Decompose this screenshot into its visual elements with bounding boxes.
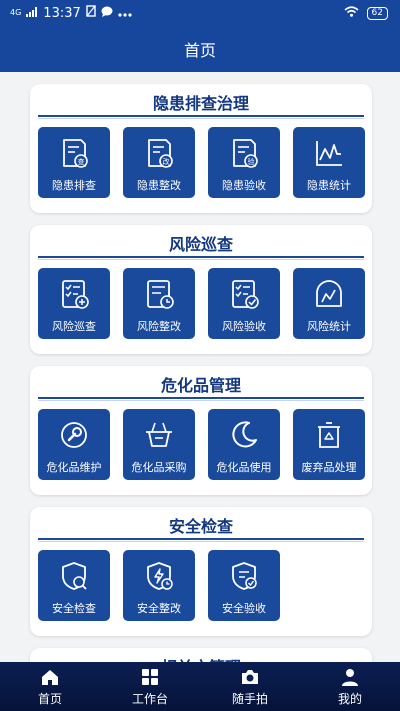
tab-home[interactable]: 首页 [10,667,90,707]
doc-edit-icon: 改 [148,139,173,168]
tile-label: 安全整改 [137,602,181,615]
svg-text:改: 改 [163,157,170,166]
tile-label: 风险整改 [137,320,181,333]
tile-risk-statistics[interactable]: 风险统计 [293,268,365,339]
battery-indicator: 62 [366,6,388,20]
line-chart-icon [316,141,342,166]
tile-label: 风险验收 [222,320,266,333]
tile-label: 危化品使用 [216,461,272,474]
tab-label: 首页 [37,691,62,706]
section-safety-inspection: 安全检查 安全检查 安全整改 安全验收 [30,507,372,636]
section-hazard-management: 隐患排查治理 查 隐患排查 改 隐患整改 验 隐患验收 隐患统计 [30,84,372,213]
doc-accept-icon: 验 [233,139,258,168]
basket-icon [146,422,172,447]
tile-hazard-acceptance[interactable]: 验 隐患验收 [208,127,280,198]
tile-label: 隐患验收 [222,179,266,192]
tile-label: 危化品采购 [131,461,187,474]
tile-label: 安全验收 [222,602,266,615]
wifi-icon [344,5,359,21]
shield-bolt-icon [147,562,173,590]
more-icon [118,6,132,21]
tab-label: 工作台 [131,691,168,706]
tile-hazard-rectification[interactable]: 改 隐患整改 [123,127,195,198]
status-bar: 4G 13:37 62 [0,0,400,26]
section-related-parties: 相关方管理 [30,648,372,662]
section-divider [38,538,364,542]
checklist-add-icon [62,280,89,309]
section-title: 风险巡查 [168,235,233,254]
message-icon [101,6,113,21]
tile-label: 风险统计 [307,320,351,333]
tile-hazard-inspection[interactable]: 查 隐患排查 [38,127,110,198]
tile-label: 隐患统计 [307,179,351,192]
tile-safety-rectification[interactable]: 安全整改 [123,550,195,621]
tile-label: 危化品维护 [46,461,102,474]
tab-label: 我的 [337,691,362,706]
tab-workbench[interactable]: 工作台 [110,667,190,707]
tile-hazard-statistics[interactable]: 隐患统计 [293,127,365,198]
camera-icon [242,669,258,684]
tile-label: 风险巡查 [52,320,96,333]
section-divider [38,115,364,119]
tile-chemical-purchase[interactable]: 危化品采购 [123,409,195,480]
tile-safety-inspection[interactable]: 安全检查 [38,550,110,621]
shield-search-icon [62,562,87,590]
tile-label: 隐患整改 [137,179,181,192]
network-indicator: 4G [10,8,22,17]
section-title: 危化品管理 [160,376,241,395]
section-title: 相关方管理 [30,654,372,662]
page-title: 首页 [183,41,216,60]
home-icon [42,669,58,685]
status-time: 13:37 [43,5,81,21]
tile-risk-patrol[interactable]: 风险巡查 [38,268,110,339]
section-risk-patrol: 风险巡查 风险巡查 风险整改 风险验收 风险统计 [30,225,372,354]
section-title: 隐患排查治理 [152,94,249,113]
tile-label: 废弃品处理 [301,461,357,474]
tile-label: 隐患排查 [52,179,96,192]
svg-text:验: 验 [248,157,255,166]
tab-profile[interactable]: 我的 [310,667,390,707]
page-header: 首页 [0,26,400,72]
doc-check-icon: 查 [63,139,88,168]
tile-chemical-maintenance[interactable]: 危化品维护 [38,409,110,480]
user-icon [342,668,358,686]
bottom-tab-bar: 首页 工作台 随手拍 我的 [0,662,400,711]
recycle-bin-icon [318,422,340,448]
shield-check-icon [232,562,257,590]
tile-label: 安全检查 [52,602,96,615]
tile-waste-disposal[interactable]: 废弃品处理 [293,409,365,480]
svg-text:查: 查 [78,157,85,166]
tab-label: 随手拍 [231,691,268,706]
signal-icon [26,6,38,21]
tile-risk-acceptance[interactable]: 风险验收 [208,268,280,339]
section-hazardous-chemicals: 危化品管理 危化品维护 危化品采购 危化品使用 废弃品处理 [30,366,372,495]
section-divider [38,397,364,401]
tile-risk-rectification[interactable]: 风险整改 [123,268,195,339]
checklist-check-icon [232,280,259,309]
section-divider [38,256,364,260]
notification-icon [86,5,96,21]
doc-clock-icon [147,280,174,309]
home-content[interactable]: 隐患排查治理 查 隐患排查 改 隐患整改 验 隐患验收 隐患统计 风险巡查 风险… [0,72,400,662]
moon-icon [232,421,257,448]
wrench-icon [61,422,87,448]
tile-safety-acceptance[interactable]: 安全验收 [208,550,280,621]
gauge-chart-icon [316,280,342,307]
tile-chemical-usage[interactable]: 危化品使用 [208,409,280,480]
tab-snapshot[interactable]: 随手拍 [210,667,290,707]
section-title: 安全检查 [168,517,233,536]
grid-icon [142,668,158,685]
